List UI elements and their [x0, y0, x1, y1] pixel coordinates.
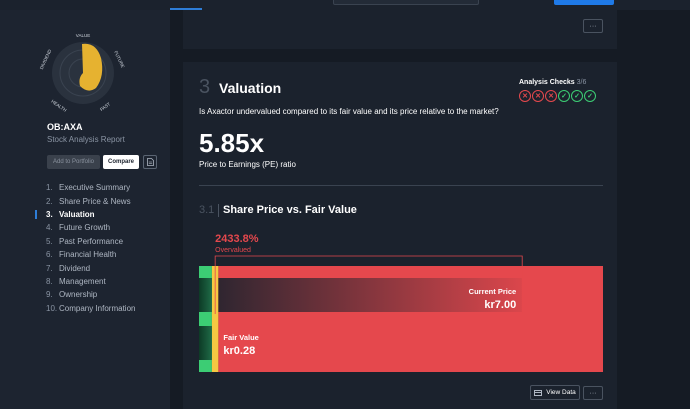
report-subtitle: Stock Analysis Report: [47, 135, 125, 144]
nav-item-label: Ownership: [59, 290, 98, 300]
snowflake-label-past: PAST: [99, 101, 111, 112]
nav-item-label: Company Information: [59, 303, 136, 313]
current-price-value: kr7.00: [484, 299, 516, 311]
nav-item-number: 9.: [46, 290, 53, 300]
nav-item-number: 5.: [46, 236, 53, 246]
section-title: Valuation: [219, 80, 282, 96]
check-fail-icon: ✕: [519, 90, 531, 102]
fair-value-bar: [199, 326, 212, 360]
check-pass-icon: ✓: [571, 90, 583, 102]
nav-item-label: Past Performance: [59, 236, 124, 246]
sidebar-nav-item[interactable]: 7. Dividend: [35, 261, 135, 274]
snowflake-label-future: FUTURE: [113, 50, 125, 69]
overvalued-percent: 2433.8%: [215, 233, 259, 245]
primary-action-button[interactable]: [554, 0, 614, 5]
sidebar-nav-item[interactable]: 1. Executive Summary: [35, 181, 135, 194]
section-number: 3: [199, 76, 211, 98]
check-pass-icon: ✓: [584, 90, 596, 102]
sidebar-nav-item[interactable]: 10. Company Information: [35, 302, 135, 315]
snowflake-label-health: HEALTH: [50, 99, 67, 113]
nav-item-label: Valuation: [59, 209, 95, 219]
section-divider: [199, 185, 603, 186]
section-description: Is Axactor undervalued compared to its f…: [199, 107, 499, 116]
check-pass-icon: ✓: [558, 90, 570, 102]
nav-item-number: 7.: [46, 263, 53, 273]
nav-item-number: 3.: [46, 209, 53, 219]
nav-item-number: 8.: [46, 276, 53, 286]
compare-button[interactable]: Compare: [103, 155, 139, 169]
nav-item-label: Management: [59, 276, 106, 286]
more-options-button[interactable]: ···: [583, 19, 603, 33]
sidebar-nav-item[interactable]: 2. Share Price & News: [35, 194, 135, 207]
pe-ratio-value: 5.85x: [199, 128, 265, 158]
subsection-number: 3.1: [199, 204, 215, 216]
nav-item-number: 10.: [46, 303, 58, 313]
nav-item-label: Future Growth: [59, 223, 111, 233]
subsection-separator: [218, 204, 219, 217]
more-options-button[interactable]: ···: [583, 386, 603, 400]
nav-item-label: Executive Summary: [59, 183, 131, 193]
nav-item-number: 1.: [46, 183, 53, 193]
nav-item-number: 6.: [46, 250, 53, 260]
current-price-bar-base: [199, 278, 212, 312]
sidebar-nav-item[interactable]: 8. Management: [35, 275, 135, 288]
analysis-checks-label: Analysis Checks 3/6: [519, 79, 587, 86]
fair-value-value: kr0.28: [223, 345, 255, 357]
sidebar-nav-item[interactable]: 3. Valuation: [35, 208, 135, 221]
sidebar-nav-item[interactable]: 9. Ownership: [35, 288, 135, 301]
nav-item-label: Share Price & News: [59, 196, 131, 206]
top-navigation-bar: [0, 0, 690, 13]
logo[interactable]: [70, 0, 110, 13]
current-price-label: Current Price: [469, 287, 517, 296]
check-fail-icon: ✕: [545, 90, 557, 102]
snowflake-label-dividend: DIVIDEND: [39, 48, 53, 70]
sidebar-nav-item[interactable]: 5. Past Performance: [35, 235, 135, 248]
add-to-portfolio-button[interactable]: Add to Portfolio: [47, 155, 100, 169]
sidebar-nav-item[interactable]: 4. Future Growth: [35, 221, 135, 234]
report-download-button[interactable]: [143, 155, 157, 169]
nav-item-label: Financial Health: [59, 250, 117, 260]
previous-section-card: ···: [183, 10, 617, 49]
analysis-checks: ✕ ✕ ✕ ✓ ✓ ✓: [519, 90, 596, 102]
snowflake-label-value: VALUE: [76, 33, 90, 38]
check-fail-icon: ✕: [532, 90, 544, 102]
report-navigation: 1. Executive Summary 2. Share Price & News 3…: [35, 181, 135, 315]
sidebar: VALUE FUTURE PAST HEALTH DIVIDEND OB:AXA…: [0, 10, 170, 409]
valuation-card: 3 Valuation Is Axactor undervalued compa…: [183, 62, 617, 409]
fair-value-label: Fair Value: [223, 333, 258, 342]
search-input[interactable]: [333, 0, 479, 5]
stock-ticker: OB:AXA: [47, 122, 83, 132]
subsection-title: Share Price vs. Fair Value: [223, 204, 357, 216]
snowflake-chart: VALUE FUTURE PAST HEALTH DIVIDEND: [39, 33, 126, 113]
table-icon: [534, 389, 543, 396]
nav-item-number: 4.: [46, 223, 53, 233]
sidebar-nav-item[interactable]: 6. Financial Health: [35, 248, 135, 261]
nav-item-label: Dividend: [59, 263, 91, 273]
pe-ratio-label: Price to Earnings (PE) ratio: [199, 160, 296, 169]
share-price-vs-fair-value-chart: 2433.8% Overvalued Current Price kr7.00 Fair…: [199, 233, 603, 372]
nav-item-number: 2.: [46, 196, 53, 206]
analysis-checks-fraction: 3/6: [576, 79, 587, 86]
view-data-button[interactable]: View Data: [530, 385, 580, 400]
document-icon: [146, 158, 154, 166]
overvalued-label: Overvalued: [215, 247, 251, 254]
